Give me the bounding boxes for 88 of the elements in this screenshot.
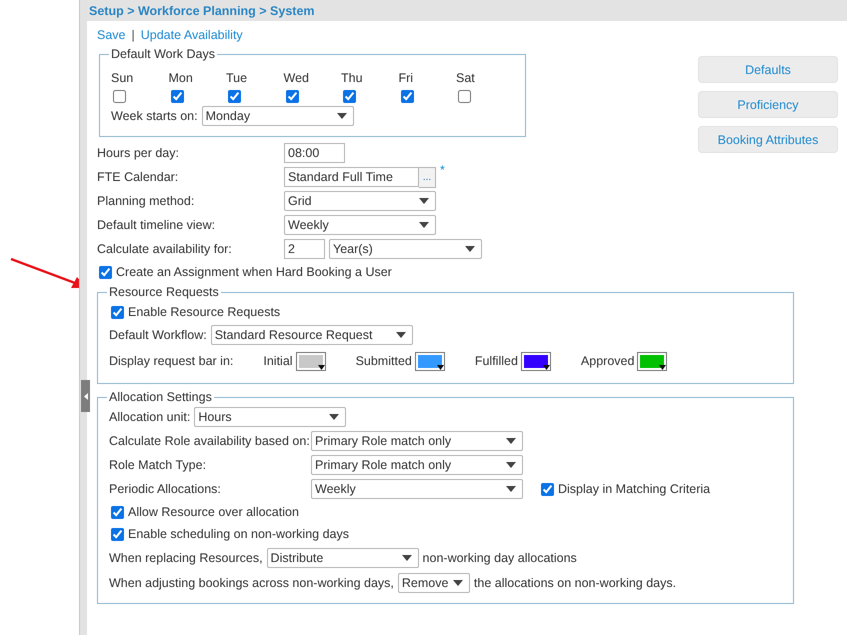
dropdown[interactable]: Grid	[284, 191, 436, 211]
dropdown[interactable]: Year(s)	[329, 239, 482, 259]
caret-icon	[402, 554, 412, 560]
caret-icon	[436, 364, 444, 370]
color-label: Submitted	[356, 354, 412, 368]
checkbox[interactable]	[343, 90, 356, 103]
dropdown[interactable]: Remove	[398, 572, 470, 592]
color-picker[interactable]	[637, 352, 668, 370]
checkbox[interactable]	[400, 90, 414, 103]
dropdown[interactable]: Weekly	[311, 479, 523, 499]
input-field[interactable]: 2	[284, 239, 325, 259]
caret-icon	[84, 392, 88, 400]
separator: |	[132, 28, 135, 42]
caret-icon	[465, 246, 475, 252]
caret-icon	[318, 364, 325, 370]
caret-icon	[452, 580, 463, 586]
checkbox[interactable]	[111, 528, 124, 540]
color-label: Approved	[580, 354, 634, 368]
dropdown[interactable]: Hours	[194, 407, 346, 427]
field-label: When replacing Resources,	[109, 550, 263, 564]
day-label: Sun	[111, 71, 134, 85]
field-label: Planning method:	[97, 194, 196, 208]
caret-icon	[329, 414, 340, 420]
dropdown[interactable]: Primary Role match only	[311, 431, 523, 451]
checkbox[interactable]	[111, 306, 124, 318]
fieldset-legend: Default Work Days	[109, 47, 217, 61]
caret-icon	[419, 198, 429, 204]
dropdown[interactable]: Weekly	[284, 215, 436, 235]
required-mark: *	[440, 163, 445, 177]
caret-icon	[336, 113, 347, 119]
fieldset-legend: Resource Requests	[107, 285, 221, 299]
action-link[interactable]: Save	[97, 28, 126, 42]
checkbox[interactable]	[99, 266, 112, 278]
field-label: FTE Calendar:	[97, 170, 180, 184]
checkbox[interactable]	[111, 506, 124, 518]
caret-icon	[419, 222, 429, 228]
dropdown[interactable]: Distribute	[266, 548, 419, 568]
collapse-handle[interactable]	[81, 380, 90, 412]
field-label: Hours per day:	[97, 146, 180, 160]
color-picker[interactable]	[296, 352, 326, 370]
caret-icon	[542, 364, 550, 370]
input-field[interactable]: 08:00	[284, 143, 345, 163]
field-label: Calculate availability for:	[97, 242, 233, 256]
checkbox-label: Enable scheduling on non-working days	[128, 527, 349, 541]
field-label: Periodic Allocations:	[109, 482, 222, 496]
checkbox[interactable]	[286, 90, 298, 103]
caret-icon	[659, 364, 666, 370]
browse-button[interactable]: ...	[419, 166, 436, 188]
dropdown[interactable]: Primary Role match only	[311, 455, 523, 475]
field-label: Default timeline view:	[97, 218, 216, 232]
input-field[interactable]: Standard Full Time	[284, 167, 419, 187]
day-label: Fri	[398, 71, 414, 85]
field-label: Default Workflow:	[109, 328, 207, 342]
checkbox-label: Create an Assignment when Hard Booking a User	[116, 265, 392, 279]
day-label: Mon	[168, 71, 193, 85]
day-label: Wed	[284, 71, 309, 85]
color-label: Initial	[263, 354, 293, 368]
caret-icon	[396, 332, 406, 338]
checkbox[interactable]	[458, 90, 471, 103]
checkbox[interactable]	[541, 482, 554, 496]
field-label: the allocations on non-working days.	[474, 576, 676, 590]
checkbox-label: Allow Resource over allocation	[128, 505, 299, 519]
field-label: non-working day allocations	[422, 550, 577, 564]
day-label: Sat	[456, 71, 475, 85]
checkbox[interactable]	[113, 90, 126, 103]
dropdown[interactable]: Monday	[202, 106, 354, 126]
fieldset-legend: Allocation Settings	[107, 390, 214, 404]
field-label: Display request bar in:	[109, 354, 234, 368]
checkbox[interactable]	[228, 90, 241, 103]
checkbox[interactable]	[170, 90, 184, 103]
caret-icon	[506, 438, 516, 444]
dropdown[interactable]: Standard Resource Request	[210, 325, 413, 345]
day-label: Thu	[341, 71, 363, 85]
color-picker[interactable]	[414, 352, 445, 370]
field-label: Week starts on:	[111, 109, 198, 123]
field-label: Allocation unit:	[109, 410, 190, 424]
caret-icon	[506, 486, 516, 492]
day-label: Tue	[226, 71, 248, 85]
color-picker[interactable]	[520, 352, 551, 370]
caret-icon	[506, 462, 516, 468]
color-label: Fulfilled	[474, 354, 518, 368]
field-label: Role Match Type:	[109, 458, 208, 472]
action-link[interactable]: Update Availability	[140, 28, 243, 42]
breadcrumb: Setup > Workforce Planning > System	[87, 0, 847, 21]
field-label: Calculate Role availability based on:	[109, 434, 307, 448]
field-label: When adjusting bookings across non-working days,	[109, 576, 394, 590]
checkbox-label: Enable Resource Requests	[128, 305, 280, 319]
checkbox-label: Display in Matching Criteria	[558, 482, 710, 496]
